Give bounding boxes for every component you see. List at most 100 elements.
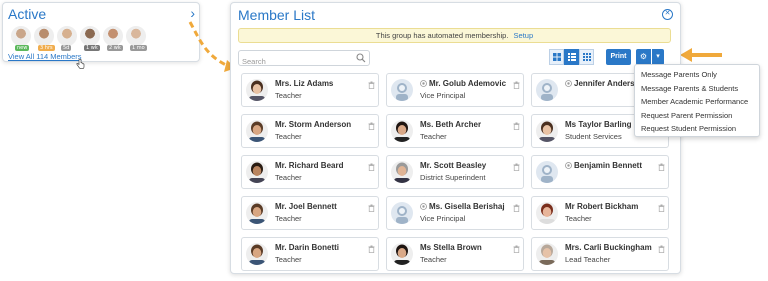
member-card[interactable]: Mr. Darin Bonetti Teacher (241, 237, 379, 271)
trash-icon[interactable] (513, 199, 520, 217)
member-role: Teacher (420, 132, 447, 141)
menu-item[interactable]: Message Parents & Students (635, 82, 759, 96)
member-name[interactable]: Mrs. Liz Adams (275, 79, 333, 88)
menu-item[interactable]: Request Student Permission (635, 122, 759, 136)
member-name[interactable]: Ms. Gisella Berishaj (420, 202, 505, 212)
member-role: Teacher (275, 132, 302, 141)
member-role: District Superindent (420, 173, 486, 182)
badge-icon (565, 162, 572, 171)
member-name-text: Ms Stella Brown (420, 243, 482, 252)
avatar[interactable] (536, 120, 558, 142)
search-icon[interactable] (356, 53, 366, 63)
compact-grid-icon (582, 53, 591, 61)
member-role: Vice Principal (420, 214, 466, 223)
trash-icon[interactable] (658, 158, 665, 176)
avatar[interactable] (536, 202, 558, 224)
grid-view-button[interactable] (549, 49, 564, 65)
member-card[interactable]: Mrs. Carli Buckingham Lead Teacher (531, 237, 669, 271)
actions-dropdown-menu: Message Parents Only Message Parents & St… (634, 64, 760, 137)
avatar[interactable] (536, 79, 558, 101)
gear-icon[interactable]: ⚙ (636, 49, 651, 65)
avatar[interactable] (536, 161, 558, 183)
setup-link[interactable]: Setup (514, 31, 534, 40)
close-icon[interactable]: ✕ (662, 9, 673, 20)
panel-title: Member List (238, 7, 316, 23)
member-name-text: Mr. Golub Ademovic (429, 79, 507, 88)
member-card[interactable]: Mr. Joel Bennett Teacher (241, 196, 379, 230)
member-role: Vice Principal (420, 91, 466, 100)
member-card[interactable]: Ms Stella Brown Teacher (386, 237, 524, 271)
avatar[interactable] (246, 120, 268, 142)
member-name[interactable]: Mr. Joel Bennett (275, 202, 337, 211)
member-card[interactable]: Benjamin Bennett (531, 155, 669, 189)
member-role: Student Services (565, 132, 622, 141)
trash-icon[interactable] (658, 240, 665, 258)
search-box[interactable] (238, 50, 370, 69)
member-name-text: Ms. Beth Archer (420, 120, 482, 129)
member-card[interactable]: Mr. Richard Beard Teacher (241, 155, 379, 189)
member-role: Teacher (275, 173, 302, 182)
badge-icon (420, 203, 427, 212)
member-name-text: Mrs. Liz Adams (275, 79, 334, 88)
member-card[interactable]: Mr. Scott Beasley District Superindent (386, 155, 524, 189)
member-card[interactable]: Ms. Beth Archer Teacher (386, 114, 524, 148)
chevron-down-icon[interactable]: ▾ (652, 49, 664, 65)
compact-grid-view-button[interactable] (579, 49, 594, 65)
avatar[interactable] (246, 161, 268, 183)
member-name[interactable]: Mr Robert Bickham (565, 202, 638, 211)
member-name[interactable]: Mr. Scott Beasley (420, 161, 486, 170)
trash-icon[interactable] (368, 76, 375, 94)
member-name[interactable]: Mr. Storm Anderson (275, 120, 351, 129)
member-name[interactable]: Mr. Richard Beard (275, 161, 343, 170)
member-card[interactable]: Mr Robert Bickham Teacher (531, 196, 669, 230)
member-name-text: Mr Robert Bickham (565, 202, 639, 211)
avatar[interactable] (391, 202, 413, 224)
member-name-text: Mrs. Carli Buckingham (565, 243, 652, 252)
trash-icon[interactable] (513, 158, 520, 176)
avatar[interactable] (246, 243, 268, 265)
print-button[interactable]: Print (606, 49, 631, 65)
arrow-head-right (680, 48, 692, 62)
member-name[interactable]: Benjamin Bennett (565, 161, 642, 171)
member-name[interactable]: Mrs. Carli Buckingham (565, 243, 652, 252)
member-card[interactable]: Mr. Golub Ademovic Vice Principal (386, 73, 524, 107)
menu-item[interactable]: Request Parent Permission (635, 109, 759, 123)
trash-icon[interactable] (658, 199, 665, 217)
trash-icon[interactable] (368, 117, 375, 135)
member-card[interactable]: Mr. Storm Anderson Teacher (241, 114, 379, 148)
menu-item[interactable]: Member Academic Performance (635, 95, 759, 109)
member-role: Teacher (565, 214, 592, 223)
avatar[interactable] (391, 161, 413, 183)
avatar[interactable] (391, 243, 413, 265)
member-name-text: Mr. Richard Beard (275, 161, 344, 170)
member-role: Teacher (420, 255, 447, 264)
member-name[interactable]: Ms. Beth Archer (420, 120, 481, 129)
member-card[interactable]: Mrs. Liz Adams Teacher (241, 73, 379, 107)
trash-icon[interactable] (368, 158, 375, 176)
trash-icon[interactable] (513, 76, 520, 94)
member-name-text: Mr. Joel Bennett (275, 202, 337, 211)
avatar[interactable] (246, 202, 268, 224)
avatar[interactable] (246, 79, 268, 101)
list-view-button[interactable] (564, 49, 579, 65)
trash-icon[interactable] (368, 240, 375, 258)
member-list-panel: Member List ✕ This group has automated m… (230, 2, 681, 274)
avatar[interactable] (391, 120, 413, 142)
trash-icon[interactable] (513, 240, 520, 258)
trash-icon[interactable] (368, 199, 375, 217)
menu-item[interactable]: Message Parents Only (635, 68, 759, 82)
badge-icon (565, 80, 572, 89)
member-name[interactable]: Ms Stella Brown (420, 243, 482, 252)
member-name[interactable]: Ms Taylor Barling (565, 120, 632, 129)
search-input[interactable] (239, 54, 351, 69)
member-name[interactable]: Mr. Darin Bonetti (275, 243, 339, 252)
member-name[interactable]: Mr. Golub Ademovic (420, 79, 506, 89)
avatar[interactable] (391, 79, 413, 101)
member-name[interactable]: Jennifer Anderson (565, 79, 644, 89)
trash-icon[interactable] (513, 117, 520, 135)
member-name-text: Ms. Gisella Berishaj (429, 202, 505, 211)
avatar[interactable] (536, 243, 558, 265)
member-name-text: Mr. Storm Anderson (275, 120, 352, 129)
notice-text: This group has automated membership. (375, 31, 509, 40)
member-card[interactable]: Ms. Gisella Berishaj Vice Principal (386, 196, 524, 230)
